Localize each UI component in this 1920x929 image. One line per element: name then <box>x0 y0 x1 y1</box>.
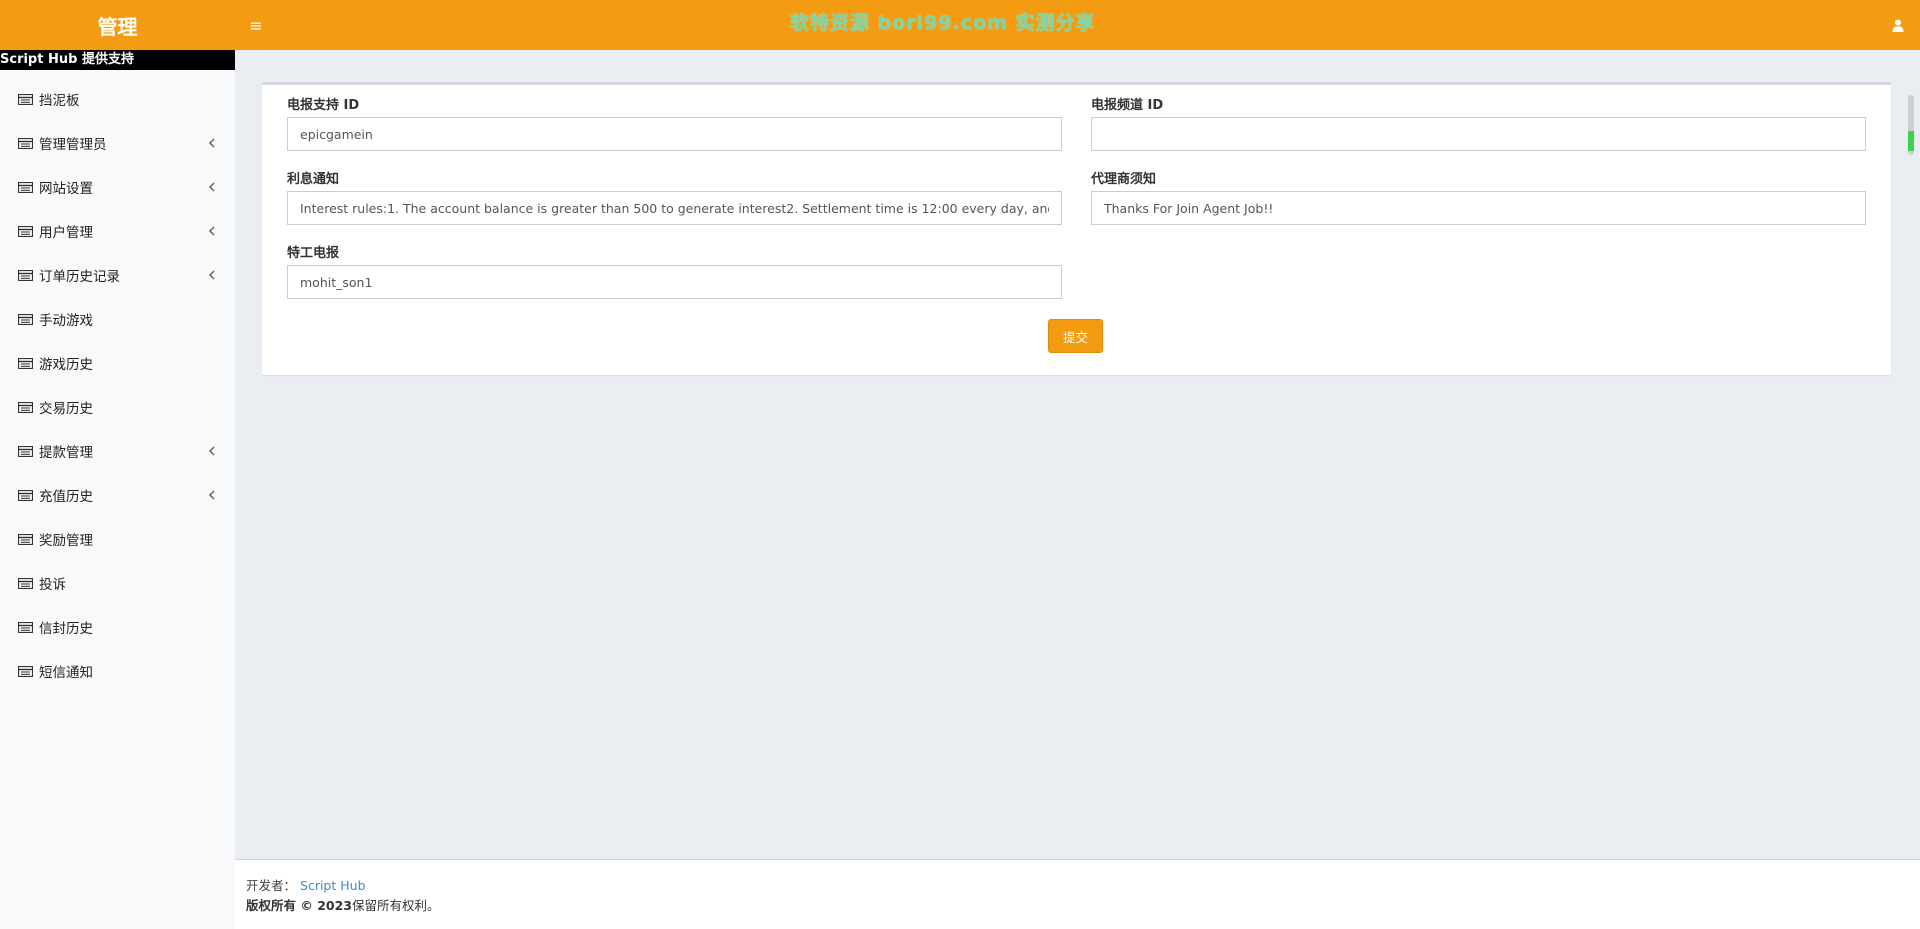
table-icon <box>18 225 33 237</box>
submit-button[interactable]: 提交 <box>1048 319 1103 353</box>
sidebar-item-label: 投诉 <box>39 577 66 593</box>
table-icon <box>18 665 33 677</box>
sidebar-item-label: 用户管理 <box>39 225 93 241</box>
interest-notice-group: 利息通知 <box>287 169 1062 225</box>
developer-link[interactable]: Script Hub <box>300 878 366 893</box>
scrollbar[interactable] <box>1908 95 1914 155</box>
telegram-channel-label: 电报频道 ID <box>1091 98 1164 113</box>
sidebar-item-sms-notifications[interactable]: 短信通知 <box>0 649 235 693</box>
sidebar-item-label: 短信通知 <box>39 665 93 681</box>
top-navbar: 管理 ≡ 软特资源 bori99.com 实测分享 <box>0 0 1920 50</box>
telegram-support-group: 电报支持 ID <box>287 95 1062 151</box>
table-icon <box>18 533 33 545</box>
table-icon <box>18 577 33 589</box>
sidebar-item-admin-management[interactable]: 管理管理员 <box>0 121 235 165</box>
agent-telegram-group: 特工电报 <box>287 243 1062 299</box>
sidebar-item-dashboard[interactable]: 挡泥板 <box>0 77 235 121</box>
sidebar-item-label: 订单历史记录 <box>39 269 120 285</box>
sidebar-item-label: 充值历史 <box>39 489 93 505</box>
sidebar-item-user-management[interactable]: 用户管理 <box>0 209 235 253</box>
sidebar-item-label: 手动游戏 <box>39 313 93 329</box>
sidebar-item-website-settings[interactable]: 网站设置 <box>0 165 235 209</box>
watermark-text: 软特资源 bori99.com 实测分享 <box>790 12 1096 34</box>
copyright-year: 版权所有 © 2023 <box>246 898 352 913</box>
chevron-left-icon <box>209 270 215 280</box>
interest-notice-label: 利息通知 <box>287 172 340 187</box>
footer: 开发者： Script Hub 版权所有 © 2023保留所有权利。 <box>235 859 1920 929</box>
sidebar-item-label: 游戏历史 <box>39 357 93 373</box>
sidebar-item-recharge-history[interactable]: 充值历史 <box>0 473 235 517</box>
agent-telegram-input[interactable] <box>287 265 1062 299</box>
developer-prefix: 开发者： <box>246 878 297 893</box>
sidebar-item-label: 奖励管理 <box>39 533 93 549</box>
table-icon <box>18 313 33 325</box>
table-icon <box>18 269 33 281</box>
sidebar-item-complaints[interactable]: 投诉 <box>0 561 235 605</box>
sidebar-item-label: 网站设置 <box>39 181 93 197</box>
agent-notice-label: 代理商须知 <box>1091 172 1157 187</box>
agent-telegram-label: 特工电报 <box>287 246 340 261</box>
settings-form-card: 电报支持 ID 电报频道 ID 利息通知 代理商须知 特工电报 提交 <box>262 82 1891 375</box>
table-icon <box>18 357 33 369</box>
agent-notice-group: 代理商须知 <box>1091 169 1866 225</box>
main-content: 电报支持 ID 电报频道 ID 利息通知 代理商须知 特工电报 提交 <box>235 50 1920 859</box>
table-icon <box>18 181 33 193</box>
sidebar-item-reward-management[interactable]: 奖励管理 <box>0 517 235 561</box>
table-icon <box>18 621 33 633</box>
support-banner: Script Hub 提供支持 <box>0 50 235 70</box>
chevron-left-icon <box>209 138 215 148</box>
sidebar-item-manual-game[interactable]: 手动游戏 <box>0 297 235 341</box>
table-icon <box>18 401 33 413</box>
sidebar-item-game-history[interactable]: 游戏历史 <box>0 341 235 385</box>
table-icon <box>18 137 33 149</box>
chevron-left-icon <box>209 446 215 456</box>
telegram-support-input[interactable] <box>287 117 1062 151</box>
sidebar-item-envelope-history[interactable]: 信封历史 <box>0 605 235 649</box>
sidebar-item-label: 管理管理员 <box>39 137 107 153</box>
telegram-channel-group: 电报频道 ID <box>1091 95 1866 151</box>
sidebar-item-label: 信封历史 <box>39 621 93 637</box>
table-icon <box>18 445 33 457</box>
sidebar-menu: 挡泥板 管理管理员 网站设置 用户管理 订单历史记录 手动游戏 游戏历史 交易历… <box>0 77 235 693</box>
sidebar-item-label: 提款管理 <box>39 445 93 461</box>
sidebar-item-order-history[interactable]: 订单历史记录 <box>0 253 235 297</box>
copyright-rest: 保留所有权利。 <box>352 898 440 913</box>
hamburger-icon[interactable]: ≡ <box>242 11 270 39</box>
chevron-left-icon <box>209 226 215 236</box>
brand-logo[interactable]: 管理 <box>0 0 235 50</box>
telegram-channel-input[interactable] <box>1091 117 1866 151</box>
table-icon <box>18 489 33 501</box>
copyright: 版权所有 © 2023保留所有权利。 <box>246 896 1909 916</box>
interest-notice-input[interactable] <box>287 191 1062 225</box>
sidebar: Script Hub 提供支持 挡泥板 管理管理员 网站设置 用户管理 订单历史… <box>0 50 235 929</box>
telegram-support-label: 电报支持 ID <box>287 98 360 113</box>
sidebar-item-label: 挡泥板 <box>39 93 80 109</box>
table-icon <box>18 93 33 105</box>
chevron-left-icon <box>209 490 215 500</box>
agent-notice-input[interactable] <box>1091 191 1866 225</box>
developer-credit: 开发者： Script Hub <box>246 876 1909 896</box>
sidebar-item-withdrawal-management[interactable]: 提款管理 <box>0 429 235 473</box>
sidebar-item-label: 交易历史 <box>39 401 93 417</box>
sidebar-item-transaction-history[interactable]: 交易历史 <box>0 385 235 429</box>
user-icon[interactable] <box>1886 13 1910 37</box>
scrollbar-thumb[interactable] <box>1908 131 1914 151</box>
chevron-left-icon <box>209 182 215 192</box>
